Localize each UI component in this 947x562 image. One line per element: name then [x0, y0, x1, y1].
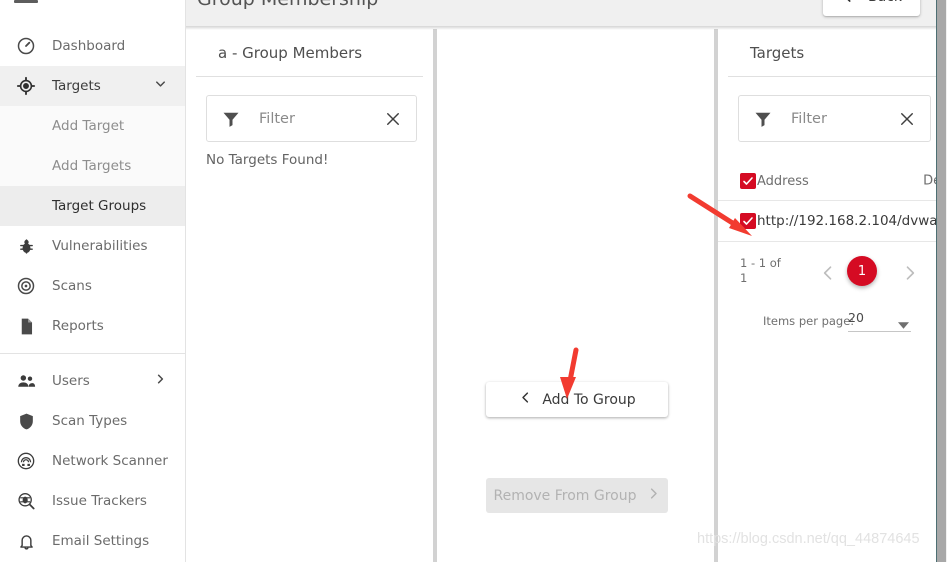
speedometer-icon	[14, 34, 38, 58]
shield-icon	[14, 409, 38, 433]
column-header-address[interactable]: Address	[757, 174, 809, 189]
page-scrollbar-thumb[interactable]	[937, 0, 946, 562]
targets-paginator: 1 - 1 of 1 1	[718, 246, 947, 310]
sidebar-divider	[0, 353, 185, 354]
watermark-text: https://blog.csdn.net/qq_44874645	[697, 531, 920, 547]
crosshair-target-icon	[14, 74, 38, 98]
targets-table-header: Address Desc	[718, 162, 947, 200]
radar-icon	[14, 274, 38, 298]
back-button[interactable]: Back	[823, 0, 920, 16]
close-icon[interactable]	[384, 110, 402, 128]
sidebar-item-label: Scans	[52, 278, 92, 294]
sidebar-item-label: Scan Types	[52, 413, 128, 429]
group-members-filter-input[interactable]: Filter	[206, 95, 417, 142]
bell-icon	[14, 529, 38, 553]
sidebar-item-scans[interactable]: Scans	[0, 266, 185, 306]
page-header-bar: Group Membership Back	[186, 0, 947, 26]
paginator-previous-button[interactable]	[818, 263, 838, 287]
chevron-left-icon	[518, 390, 533, 409]
bug-search-icon	[14, 489, 38, 513]
target-address-cell: http://192.168.2.104/dvwaDVW	[757, 213, 947, 229]
sidebar-item-reports[interactable]: Reports	[0, 306, 185, 346]
hamburger-menu-icon[interactable]	[14, 0, 38, 3]
items-per-page-value: 20	[848, 310, 864, 325]
close-icon[interactable]	[898, 110, 916, 128]
funnel-filter-icon	[221, 109, 241, 129]
application-window: Dashboard Targets Add Target Add Targets…	[0, 0, 947, 562]
sidebar-item-targets[interactable]: Targets	[0, 66, 185, 106]
select-all-checkbox[interactable]	[740, 173, 756, 189]
items-per-page-select[interactable]: 20	[848, 310, 911, 332]
sidebar-item-dashboard[interactable]: Dashboard	[0, 26, 185, 66]
items-per-page-label: Items per page:	[763, 314, 855, 328]
sidebar-item-vulnerabilities[interactable]: Vulnerabilities	[0, 226, 185, 266]
targets-title: Targets	[728, 29, 937, 77]
sidebar-item-label: Reports	[52, 318, 104, 334]
group-members-filter-placeholder: Filter	[259, 110, 295, 127]
chevron-right-icon	[646, 486, 661, 505]
group-members-title: a - Group Members	[196, 29, 423, 77]
funnel-filter-icon	[753, 109, 773, 129]
targets-filter-input[interactable]: Filter	[738, 95, 931, 142]
sidebar-item-issue-trackers[interactable]: Issue Trackers	[0, 481, 185, 521]
transfer-actions-panel: Add To Group Remove From Group	[437, 29, 714, 562]
sidebar-item-users[interactable]: Users	[0, 361, 185, 401]
sidebar-item-scan-types[interactable]: Scan Types	[0, 401, 185, 441]
remove-from-group-label: Remove From Group	[493, 487, 637, 504]
group-members-panel: a - Group Members Filter No Targets Foun…	[186, 29, 433, 562]
sidebar-item-add-targets[interactable]: Add Targets	[0, 146, 185, 186]
arrow-left-icon	[841, 0, 860, 9]
sidebar-item-network-scanner[interactable]: Network Scanner	[0, 441, 185, 481]
items-per-page-row: Items per page: 20	[718, 310, 947, 340]
sidebar-item-target-groups[interactable]: Target Groups	[0, 186, 185, 226]
sidebar-navigation: Dashboard Targets Add Target Add Targets…	[0, 0, 186, 562]
sidebar-item-label: Users	[52, 373, 90, 389]
paginator-current-page[interactable]: 1	[847, 256, 877, 286]
chevron-down-icon	[153, 77, 168, 96]
sidebar-item-label: Network Scanner	[52, 453, 168, 469]
paginator-range-line2: 1	[740, 271, 748, 285]
row-checkbox[interactable]	[740, 213, 756, 229]
sidebar-item-label: Email Settings	[52, 533, 150, 549]
paginator-range-line1: 1 - 1 of	[740, 256, 781, 270]
sidebar-item-label: Issue Trackers	[52, 493, 147, 509]
sidebar-item-label: Add Target	[52, 118, 125, 134]
sidebar-item-label: Target Groups	[52, 198, 147, 214]
back-button-label: Back	[868, 0, 902, 5]
chevron-right-icon	[153, 372, 168, 391]
paginator-range: 1 - 1 of 1	[740, 256, 784, 286]
document-icon	[14, 314, 38, 338]
table-row[interactable]: http://192.168.2.104/dvwaDVW	[718, 200, 947, 242]
paginator-next-button[interactable]	[900, 263, 920, 287]
network-scanner-icon	[14, 449, 38, 473]
page-title: Group Membership	[197, 0, 378, 10]
add-to-group-label: Add To Group	[542, 391, 636, 408]
sidebar-item-label: Dashboard	[52, 38, 126, 54]
add-to-group-button[interactable]: Add To Group	[486, 382, 668, 417]
sidebar-item-label: Add Targets	[52, 158, 132, 174]
people-icon	[14, 369, 38, 393]
remove-from-group-button: Remove From Group	[486, 478, 668, 513]
sidebar-item-label: Vulnerabilities	[52, 238, 148, 254]
targets-panel: Targets Filter Address Desc	[718, 29, 947, 562]
scrollbar-border	[936, 0, 937, 562]
targets-filter-placeholder: Filter	[791, 110, 827, 127]
sidebar-item-list: Dashboard Targets Add Target Add Targets…	[0, 26, 185, 561]
sidebar-item-label: Targets	[52, 78, 101, 94]
sidebar-item-add-target[interactable]: Add Target	[0, 106, 185, 146]
header-shadow	[186, 26, 947, 30]
triangle-down-icon	[898, 317, 909, 332]
panels-container: a - Group Members Filter No Targets Foun…	[186, 29, 947, 562]
sidebar-item-email-settings[interactable]: Email Settings	[0, 521, 185, 561]
no-targets-found-message: No Targets Found!	[206, 152, 329, 168]
bug-icon	[14, 234, 38, 258]
